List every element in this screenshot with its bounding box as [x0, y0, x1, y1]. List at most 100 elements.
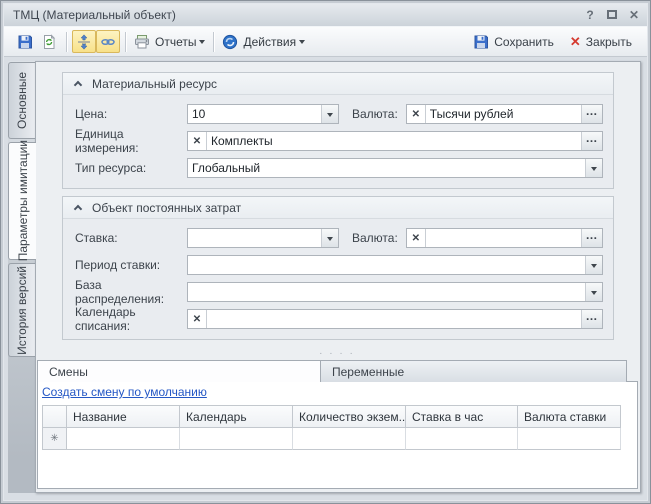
resource-type-combo[interactable]: Глобальный: [187, 158, 603, 178]
chain-link-icon: [100, 34, 116, 50]
rate-period-value: [188, 256, 585, 274]
titlebar[interactable]: ТМЦ (Материальный объект) ? ✕: [4, 4, 647, 26]
row-selector-header: [43, 406, 67, 428]
clear-icon[interactable]: ✕: [407, 105, 426, 123]
reports-label: Отчеты: [155, 35, 196, 49]
price-combo[interactable]: 10: [187, 104, 339, 124]
toolbar: Отчеты Действия: [4, 26, 647, 57]
writeoff-calendar-picker[interactable]: ✕ …: [187, 309, 603, 329]
rate-period-label: Период ставки:: [75, 258, 187, 272]
chevron-down-icon: [327, 113, 333, 120]
writeoff-calendar-label: Календарь списания:: [75, 305, 187, 333]
rate-period-combo[interactable]: [187, 255, 603, 275]
cell-instance-count[interactable]: [293, 428, 406, 450]
toolbar-separator: [125, 32, 126, 52]
reports-menu-button[interactable]: Отчеты: [131, 30, 208, 53]
rate-dropdown-button[interactable]: [321, 229, 338, 247]
distribution-base-value: [188, 283, 585, 301]
currency-label: Валюта:: [352, 107, 398, 121]
cell-rate-currency[interactable]: [518, 428, 621, 450]
distribution-base-label: База распределения:: [75, 278, 187, 306]
fixed-cost-group-header[interactable]: Объект постоянных затрат: [63, 197, 613, 219]
side-tab-strip: Основные Параметры имитации История верс…: [8, 61, 35, 493]
unit-browse-button[interactable]: …: [581, 132, 602, 150]
chevron-down-icon: [199, 40, 205, 47]
actions-menu-button[interactable]: Действия: [219, 30, 308, 53]
clear-icon[interactable]: ✕: [188, 310, 207, 328]
toolbar-right-group: Сохранить ✕ Закрыть: [466, 30, 639, 53]
collapse-chevron-icon[interactable]: [74, 205, 82, 213]
clear-icon[interactable]: ✕: [188, 132, 207, 150]
material-resource-group-body: Цена: 10 Валюта: ✕ Тысячи рублей …: [63, 95, 613, 188]
chevron-down-icon: [299, 40, 305, 47]
rate-currency-browse-button[interactable]: …: [581, 229, 602, 247]
resource-type-dropdown-button[interactable]: [585, 159, 602, 177]
chevron-down-icon: [591, 167, 597, 174]
material-resource-group-header[interactable]: Материальный ресурс: [63, 73, 613, 95]
side-tab-simulation-params[interactable]: Параметры имитации: [8, 142, 36, 260]
refresh-document-button[interactable]: [37, 30, 61, 53]
distribution-base-dropdown-button[interactable]: [585, 283, 602, 301]
side-tab-history-label: История версий: [15, 266, 29, 355]
save-commit-button[interactable]: Сохранить: [466, 30, 561, 53]
writeoff-calendar-browse-button[interactable]: …: [581, 310, 602, 328]
collapse-chevron-icon[interactable]: [74, 81, 82, 89]
resource-type-label: Тип ресурса:: [75, 161, 187, 175]
side-tab-basic[interactable]: Основные: [8, 62, 35, 139]
horizontal-splitter-handle[interactable]: · · · ·: [36, 347, 638, 360]
unit-picker[interactable]: ✕ Комплекты …: [187, 131, 603, 151]
fixed-cost-group: Объект постоянных затрат Ставка: Валюта:…: [62, 196, 614, 340]
floppy-icon: [473, 34, 489, 50]
resource-type-value: Глобальный: [188, 159, 585, 177]
new-row-marker-icon: ✳: [43, 428, 67, 450]
resource-type-row: Тип ресурса: Глобальный: [75, 158, 603, 178]
column-header-calendar[interactable]: Календарь: [180, 406, 293, 428]
maximize-button[interactable]: [605, 8, 619, 22]
close-dialog-button[interactable]: ✕ Закрыть: [563, 30, 639, 53]
rate-period-row: Период ставки:: [75, 255, 603, 275]
price-label: Цена:: [75, 107, 187, 121]
floppy-icon: [17, 34, 33, 50]
currency-value: Тысячи рублей: [426, 105, 581, 123]
tab-shifts[interactable]: Смены: [37, 360, 321, 382]
rate-currency-picker[interactable]: ✕ …: [406, 228, 603, 248]
cell-hourly-rate[interactable]: [406, 428, 518, 450]
split-view-toggle-button[interactable]: [72, 30, 96, 53]
material-resource-group: Материальный ресурс Цена: 10 Валюта: ✕: [62, 72, 614, 189]
rate-combo[interactable]: [187, 228, 339, 248]
column-header-hourly-rate[interactable]: Ставка в час: [406, 406, 518, 428]
currency-browse-button[interactable]: …: [581, 105, 602, 123]
price-value: 10: [188, 105, 321, 123]
new-row[interactable]: ✳: [43, 428, 621, 450]
refresh-document-icon: [41, 34, 57, 50]
save-button[interactable]: [13, 30, 37, 53]
tmc-dialog-window: ТМЦ (Материальный объект) ? ✕: [0, 0, 651, 504]
material-resource-group-title: Материальный ресурс: [92, 77, 217, 91]
link-toggle-button[interactable]: [96, 30, 120, 53]
column-header-instance-count[interactable]: Количество экзем...: [293, 406, 406, 428]
tab-variables[interactable]: Переменные: [321, 360, 627, 382]
clear-icon[interactable]: ✕: [407, 229, 426, 247]
side-tab-version-history[interactable]: История версий: [8, 263, 35, 357]
column-header-rate-currency[interactable]: Валюта ставки: [518, 406, 621, 428]
distribution-base-combo[interactable]: [187, 282, 603, 302]
cell-name[interactable]: [67, 428, 180, 450]
tab-shifts-label: Смены: [49, 365, 88, 379]
create-default-shift-link[interactable]: Создать смену по умолчанию: [42, 385, 207, 399]
help-button[interactable]: ?: [583, 8, 597, 22]
column-header-name[interactable]: Название: [67, 406, 180, 428]
unit-label: Единица измерения:: [75, 127, 187, 155]
currency-picker[interactable]: ✕ Тысячи рублей …: [406, 104, 603, 124]
tab-variables-label: Переменные: [332, 365, 404, 379]
cell-calendar[interactable]: [180, 428, 293, 450]
unit-row: Единица измерения: ✕ Комплекты …: [75, 131, 603, 151]
main-panel: Материальный ресурс Цена: 10 Валюта: ✕: [35, 61, 641, 493]
price-dropdown-button[interactable]: [321, 105, 338, 123]
writeoff-calendar-row: Календарь списания: ✕ …: [75, 309, 603, 329]
rate-period-dropdown-button[interactable]: [585, 256, 602, 274]
close-window-button[interactable]: ✕: [627, 8, 641, 22]
window-title: ТМЦ (Материальный объект): [13, 8, 176, 22]
save-commit-label: Сохранить: [494, 35, 554, 49]
rate-currency-value: [426, 229, 581, 247]
fixed-cost-group-title: Объект постоянных затрат: [92, 201, 241, 215]
